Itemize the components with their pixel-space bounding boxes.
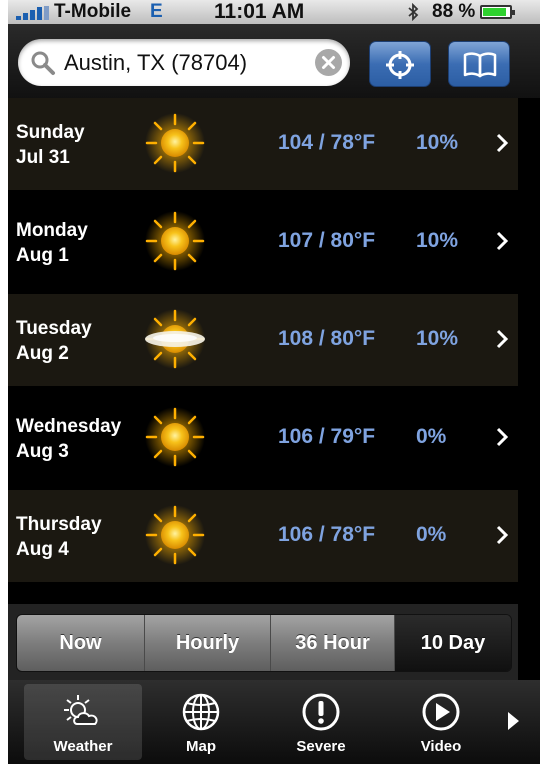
precipitation-chance: 10%: [416, 229, 459, 252]
forecast-range-control: Now Hourly 36 Hour 10 Day: [16, 614, 512, 672]
day-label: Tuesday Aug 2: [16, 316, 92, 366]
carrier-name: T-Mobile: [54, 1, 132, 22]
day-date: Jul 31: [16, 147, 70, 168]
tab-map[interactable]: Map: [142, 684, 260, 760]
forecast-row[interactable]: Thursday Aug 4 106 / 78°F 0%: [8, 490, 518, 582]
tab-label: Weather: [53, 738, 113, 755]
tab-bar: Weather Map Severe Video: [8, 680, 540, 764]
play-icon: [422, 693, 460, 731]
segment-10-day[interactable]: 10 Day: [395, 615, 511, 671]
sun-icon: [144, 210, 206, 272]
day-name: Sunday: [16, 122, 85, 143]
screenshot-border: [0, 764, 548, 772]
search-input[interactable]: [64, 39, 304, 86]
tab-label: Map: [186, 738, 216, 755]
segment-hourly[interactable]: Hourly: [145, 615, 271, 671]
network-type: E: [150, 1, 163, 22]
status-time: 11:01 AM: [214, 0, 305, 23]
precipitation-chance: 10%: [416, 131, 459, 154]
temperature-range: 107 / 80°F: [278, 229, 376, 252]
day-date: Aug 4: [16, 539, 69, 560]
temperature-range: 104 / 78°F: [278, 131, 376, 154]
alert-icon: [302, 693, 340, 731]
day-date: Aug 3: [16, 441, 69, 462]
search-icon: [31, 51, 55, 75]
day-name: Thursday: [16, 514, 102, 535]
chevron-right-icon: [496, 329, 509, 349]
tab-weather[interactable]: Weather: [24, 684, 142, 760]
forecast-row[interactable]: Tuesday Aug 2 108 / 80°F 10%: [8, 294, 518, 386]
tab-label: Video: [420, 738, 462, 755]
phone-screen: T-Mobile E 11:01 AM 88 % Austin, TX (787…: [8, 0, 540, 764]
day-label: Thursday Aug 4: [16, 512, 102, 562]
temperature-range: 106 / 79°F: [278, 425, 376, 448]
precipitation-chance: 0%: [416, 523, 447, 546]
globe-icon: [182, 693, 220, 731]
temperature-range: 108 / 80°F: [278, 327, 376, 350]
precipitation-chance: 10%: [416, 327, 459, 350]
more-tabs-arrow-icon[interactable]: [506, 710, 520, 732]
precipitation-chance: 0%: [416, 425, 447, 448]
bluetooth-icon: [408, 3, 419, 21]
hazy-sun-icon: [144, 308, 206, 370]
day-date: Aug 1: [16, 245, 69, 266]
sun-icon: [144, 504, 206, 566]
forecast-range-bar: Now Hourly 36 Hour 10 Day: [8, 604, 518, 680]
weather-icon: [64, 695, 98, 725]
chevron-right-icon: [496, 525, 509, 545]
tab-severe[interactable]: Severe: [262, 684, 380, 760]
locate-crosshair-icon: [386, 51, 414, 79]
chevron-right-icon: [496, 133, 509, 153]
search-header: [8, 24, 540, 98]
forecast-row[interactable]: Monday Aug 1 107 / 80°F 10%: [8, 196, 518, 288]
day-label: Monday Aug 1: [16, 218, 88, 268]
forecast-row[interactable]: Wednesday Aug 3 106 / 79°F 0%: [8, 392, 518, 484]
forecast-list: Sunday Jul 31 104 / 78°F 10% Monday Aug …: [8, 98, 540, 590]
temperature-range: 106 / 78°F: [278, 523, 376, 546]
day-name: Wednesday: [16, 416, 122, 437]
book-icon: [463, 52, 497, 78]
search-box[interactable]: [18, 39, 350, 86]
tab-label: Severe: [296, 738, 346, 755]
day-label: Sunday Jul 31: [16, 120, 85, 170]
segment-now[interactable]: Now: [17, 615, 145, 671]
chevron-right-icon: [496, 427, 509, 447]
day-name: Tuesday: [16, 318, 92, 339]
sun-icon: [144, 406, 206, 468]
chevron-right-icon: [496, 231, 509, 251]
clear-icon[interactable]: [315, 49, 342, 76]
day-label: Wednesday Aug 3: [16, 414, 121, 464]
tab-video[interactable]: Video: [382, 684, 500, 760]
forecast-row[interactable]: Sunday Jul 31 104 / 78°F 10%: [8, 98, 518, 190]
battery-percent: 88 %: [432, 1, 476, 22]
segment-36-hour[interactable]: 36 Hour: [271, 615, 395, 671]
sun-icon: [144, 112, 206, 174]
day-date: Aug 2: [16, 343, 69, 364]
locate-button[interactable]: [369, 41, 431, 87]
saved-locations-button[interactable]: [448, 41, 510, 87]
day-name: Monday: [16, 220, 88, 241]
signal-icon: [16, 6, 50, 20]
battery-icon: [480, 5, 515, 19]
status-bar: T-Mobile E 11:01 AM 88 %: [8, 0, 540, 24]
